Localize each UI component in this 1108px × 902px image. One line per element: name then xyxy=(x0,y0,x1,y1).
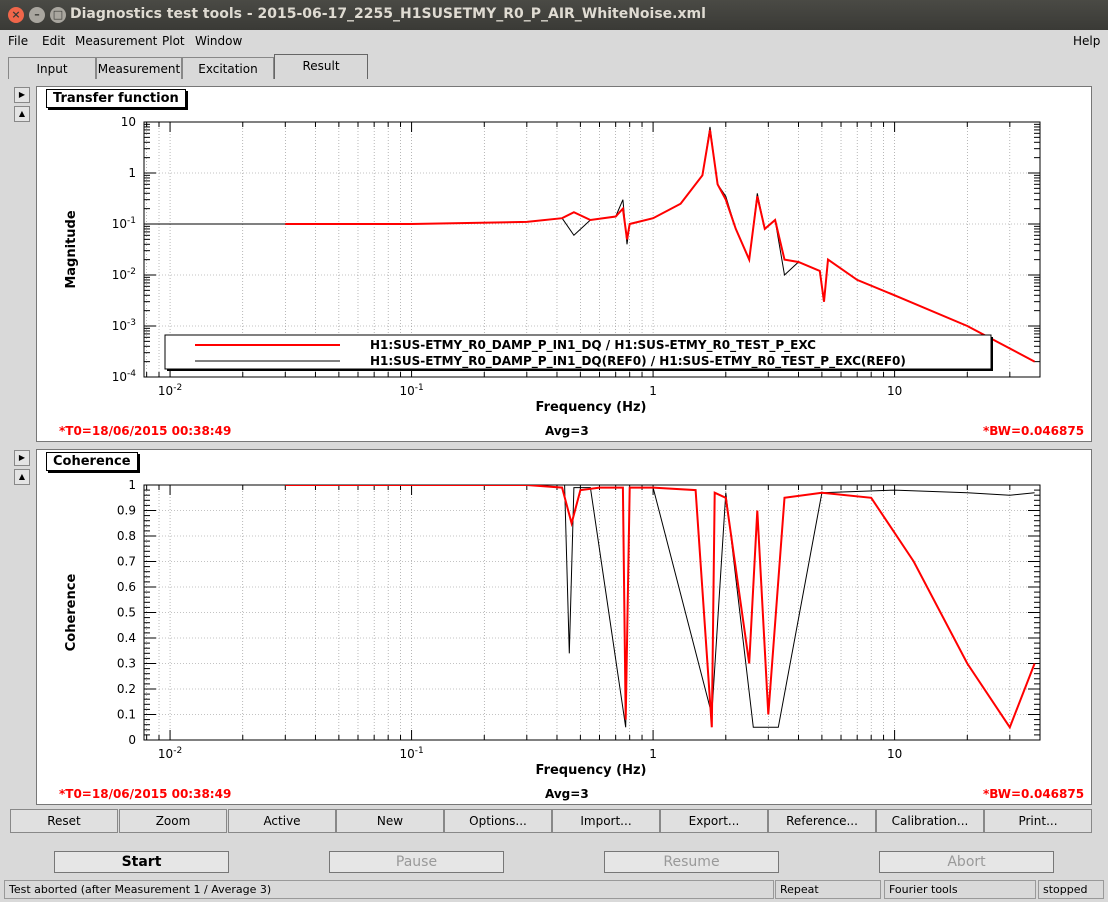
coh-t0-label: *T0=18/06/2015 00:38:49 xyxy=(59,787,232,801)
minimize-icon[interactable]: – xyxy=(29,7,45,23)
status-repeat: Repeat xyxy=(775,880,881,899)
legend-entry: H1:SUS-ETMY_R0_DAMP_P_IN1_DQ(REF0) / H1:… xyxy=(370,354,906,369)
y-axis-title: Magnitude xyxy=(64,210,79,289)
y-tick-label: 0.7 xyxy=(117,555,136,569)
y-tick-label: 10 xyxy=(121,115,136,129)
x-axis-title: Frequency (Hz) xyxy=(536,400,647,415)
y-tick-label: 1 xyxy=(128,166,136,180)
coh-bw-label: *BW=0.046875 xyxy=(983,787,1085,801)
pad-collapse-icon[interactable]: ▲ xyxy=(14,106,30,122)
y-tick-label: 0.9 xyxy=(117,504,136,518)
coh-avg-label: Avg=3 xyxy=(545,787,589,801)
tf-t0-label: *T0=18/06/2015 00:38:49 xyxy=(59,424,232,438)
zoom-button[interactable]: Zoom xyxy=(119,809,227,833)
pause-button[interactable]: Pause xyxy=(329,851,504,873)
x-tick-label: 1 xyxy=(649,384,657,398)
active-button[interactable]: Active xyxy=(228,809,336,833)
y-tick-label: 10-1 xyxy=(112,216,136,231)
window-title: Diagnostics test tools - 2015-06-17_2255… xyxy=(70,6,706,22)
coherence-label: Coherence xyxy=(46,452,138,471)
transfer-function-plot[interactable]: 10 1 10-1 10-2 10-3 10-4 10-2 10-1 1 10 Frequency … xyxy=(37,87,1091,441)
close-icon[interactable]: × xyxy=(8,7,24,23)
reset-button[interactable]: Reset xyxy=(10,809,118,833)
x-tick-label: 10-2 xyxy=(158,746,182,761)
start-button[interactable]: Start xyxy=(54,851,229,873)
pad-expand-icon-2[interactable]: ▶ xyxy=(14,450,30,466)
tab-measurement[interactable]: Measurement xyxy=(96,57,182,79)
transfer-function-pad[interactable]: 10 1 10-1 10-2 10-3 10-4 10-2 10-1 1 10 Frequency … xyxy=(36,86,1092,442)
status-tools: Fourier tools xyxy=(884,880,1036,899)
y-tick-label: 10-2 xyxy=(112,267,136,282)
menu-measurement[interactable]: Measurement xyxy=(75,34,157,48)
tab-excitation[interactable]: Excitation xyxy=(182,57,274,79)
y-tick-label: 0 xyxy=(128,733,136,747)
y-tick-label: 0.4 xyxy=(117,631,136,645)
options-button[interactable]: Options... xyxy=(444,809,552,833)
export-button[interactable]: Export... xyxy=(660,809,768,833)
y-tick-label: 0.6 xyxy=(117,580,136,594)
x-tick-label: 10 xyxy=(887,747,902,761)
window-titlebar: × – □ Diagnostics test tools - 2015-06-1… xyxy=(0,0,1108,30)
y-tick-label: 0.5 xyxy=(117,606,136,620)
transfer-function-label: Transfer function xyxy=(46,89,186,108)
series-line-reference xyxy=(285,485,1035,728)
menu-bar: File Edit Measurement Plot Window Help xyxy=(0,30,1108,52)
tf-bw-label: *BW=0.046875 xyxy=(983,424,1085,438)
resume-button[interactable]: Resume xyxy=(604,851,779,873)
menu-plot[interactable]: Plot xyxy=(162,34,185,48)
tab-input[interactable]: Input xyxy=(8,57,96,79)
menu-edit[interactable]: Edit xyxy=(42,34,65,48)
import-button[interactable]: Import... xyxy=(552,809,660,833)
y-tick-label: 0.3 xyxy=(117,657,136,671)
x-axis-title: Frequency (Hz) xyxy=(536,763,647,778)
y-tick-label: 10-4 xyxy=(112,369,137,384)
y-tick-label: 0.1 xyxy=(117,708,136,722)
status-state: stopped xyxy=(1038,880,1104,899)
y-tick-label: 0.2 xyxy=(117,682,136,696)
new-button[interactable]: New xyxy=(336,809,444,833)
legend-entry: H1:SUS-ETMY_R0_DAMP_P_IN1_DQ / H1:SUS-ET… xyxy=(370,338,816,353)
menu-help[interactable]: Help xyxy=(1073,34,1100,48)
y-tick-label: 1 xyxy=(128,478,136,492)
coherence-plot[interactable]: 1 0.9 0.8 0.7 0.6 0.5 0.4 0.3 0.2 0.1 0 10-2 10-1 1 10… xyxy=(37,450,1091,804)
tf-avg-label: Avg=3 xyxy=(545,424,589,438)
y-tick-label: 10-3 xyxy=(112,318,136,333)
series-line-measurement xyxy=(285,129,1036,363)
y-axis-title: Coherence xyxy=(64,574,79,652)
y-tick-label: 0.8 xyxy=(117,529,136,543)
calibration-button[interactable]: Calibration... xyxy=(876,809,984,833)
status-message: Test aborted (after Measurement 1 / Aver… xyxy=(4,880,774,899)
x-tick-label: 1 xyxy=(649,747,657,761)
maximize-icon[interactable]: □ xyxy=(50,7,66,23)
tab-result[interactable]: Result xyxy=(274,54,368,79)
coherence-pad[interactable]: 1 0.9 0.8 0.7 0.6 0.5 0.4 0.3 0.2 0.1 0 10-2 10-1 1 10… xyxy=(36,449,1092,805)
menu-window[interactable]: Window xyxy=(195,34,242,48)
pad-collapse-icon-2[interactable]: ▲ xyxy=(14,469,30,485)
abort-button[interactable]: Abort xyxy=(879,851,1054,873)
reference-button[interactable]: Reference... xyxy=(768,809,876,833)
x-tick-label: 10 xyxy=(887,384,902,398)
x-tick-label: 10-1 xyxy=(399,383,423,398)
x-tick-label: 10-1 xyxy=(399,746,423,761)
menu-file[interactable]: File xyxy=(8,34,28,48)
pad-expand-icon[interactable]: ▶ xyxy=(14,87,30,103)
x-tick-label: 10-2 xyxy=(158,383,182,398)
print-button[interactable]: Print... xyxy=(984,809,1092,833)
series-line-measurement xyxy=(285,485,1036,730)
